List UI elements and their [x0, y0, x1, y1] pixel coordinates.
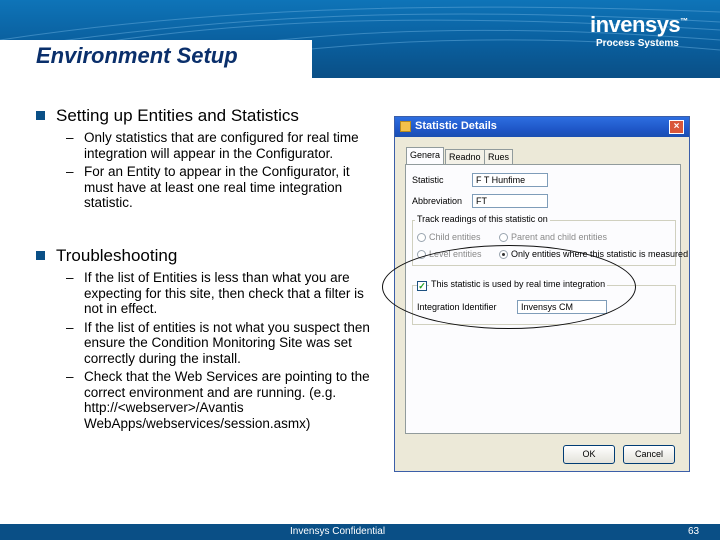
bullet-text: Setting up Entities and Statistics	[56, 106, 299, 125]
radio-parent-label: Parent and child entities	[511, 232, 608, 242]
sub-bullet-text: If the list of entities is not what you …	[84, 319, 370, 366]
page-title: Environment Setup	[36, 43, 238, 68]
radio-parent-entities[interactable]	[499, 233, 508, 242]
footer-bar: Invensys Confidential 63	[0, 524, 720, 540]
logo-subtitle: Process Systems	[596, 38, 679, 49]
cancel-button[interactable]: Cancel	[623, 445, 675, 464]
dialog-app-icon	[400, 121, 411, 132]
sub-bullet-item: – Only statistics that are configured for…	[66, 130, 376, 161]
sub-bullet-text: Check that the Web Services are pointing…	[84, 369, 370, 431]
bullet-section-setup: Setting up Entities and Statistics – Only…	[36, 106, 376, 214]
close-icon[interactable]: ×	[669, 120, 684, 134]
sub-bullet-item: – Check that the Web Services are pointin…	[66, 369, 376, 431]
statistic-label: Statistic	[412, 175, 444, 185]
highlight-ellipse	[382, 245, 636, 329]
abbreviation-field[interactable]: FT	[472, 194, 548, 208]
logo: invensys™	[590, 12, 688, 38]
page-number: 63	[688, 526, 700, 537]
sub-bullet-text: If the list of Entities is less than wha…	[84, 270, 364, 316]
logo-text: invensys	[590, 12, 681, 37]
tab-general[interactable]: Genera	[406, 147, 445, 165]
sub-bullet-list: – Only statistics that are configured for…	[66, 130, 376, 211]
tab-rules[interactable]: Rues	[484, 149, 514, 164]
sub-bullet-item: – For an Entity to appear in the Configur…	[66, 164, 376, 211]
bullet-text: Troubleshooting	[56, 246, 178, 265]
radio-child-label: Child entities	[429, 232, 481, 242]
footer-confidential: Invensys Confidential	[290, 526, 386, 537]
header-banner: Environment Setup invensys™ Process Syst…	[0, 0, 720, 78]
sub-bullet-text: For an Entity to appear in the Configura…	[84, 164, 350, 210]
radio-child-entities[interactable]	[417, 233, 426, 242]
abbreviation-label: Abbreviation	[412, 196, 463, 206]
sub-bullet-list: – If the list of Entities is less than wh…	[66, 270, 376, 431]
sub-bullet-item: – If the list of Entities is less than wh…	[66, 270, 376, 317]
statistic-field[interactable]: F T Hunfime	[472, 173, 548, 187]
tab-readings[interactable]: Readno	[445, 149, 485, 164]
bullet-section-troubleshooting: Troubleshooting – If the list of Entities…	[36, 246, 376, 434]
dialog-title: Statistic Details	[415, 120, 497, 132]
sub-bullet-text: Only statistics that are configured for …	[84, 130, 359, 161]
dialog-titlebar: Statistic Details ×	[395, 117, 689, 137]
bullet-square-icon	[36, 251, 45, 260]
ok-button[interactable]: OK	[563, 445, 615, 464]
bullet-item: Setting up Entities and Statistics	[36, 106, 376, 125]
bullet-item: Troubleshooting	[36, 246, 376, 265]
sub-bullet-item: – If the list of entities is not what you…	[66, 320, 376, 367]
track-readings-legend: Track readings of this statistic on	[415, 214, 550, 224]
bullet-square-icon	[36, 111, 45, 120]
logo-mark: ™	[680, 16, 688, 26]
